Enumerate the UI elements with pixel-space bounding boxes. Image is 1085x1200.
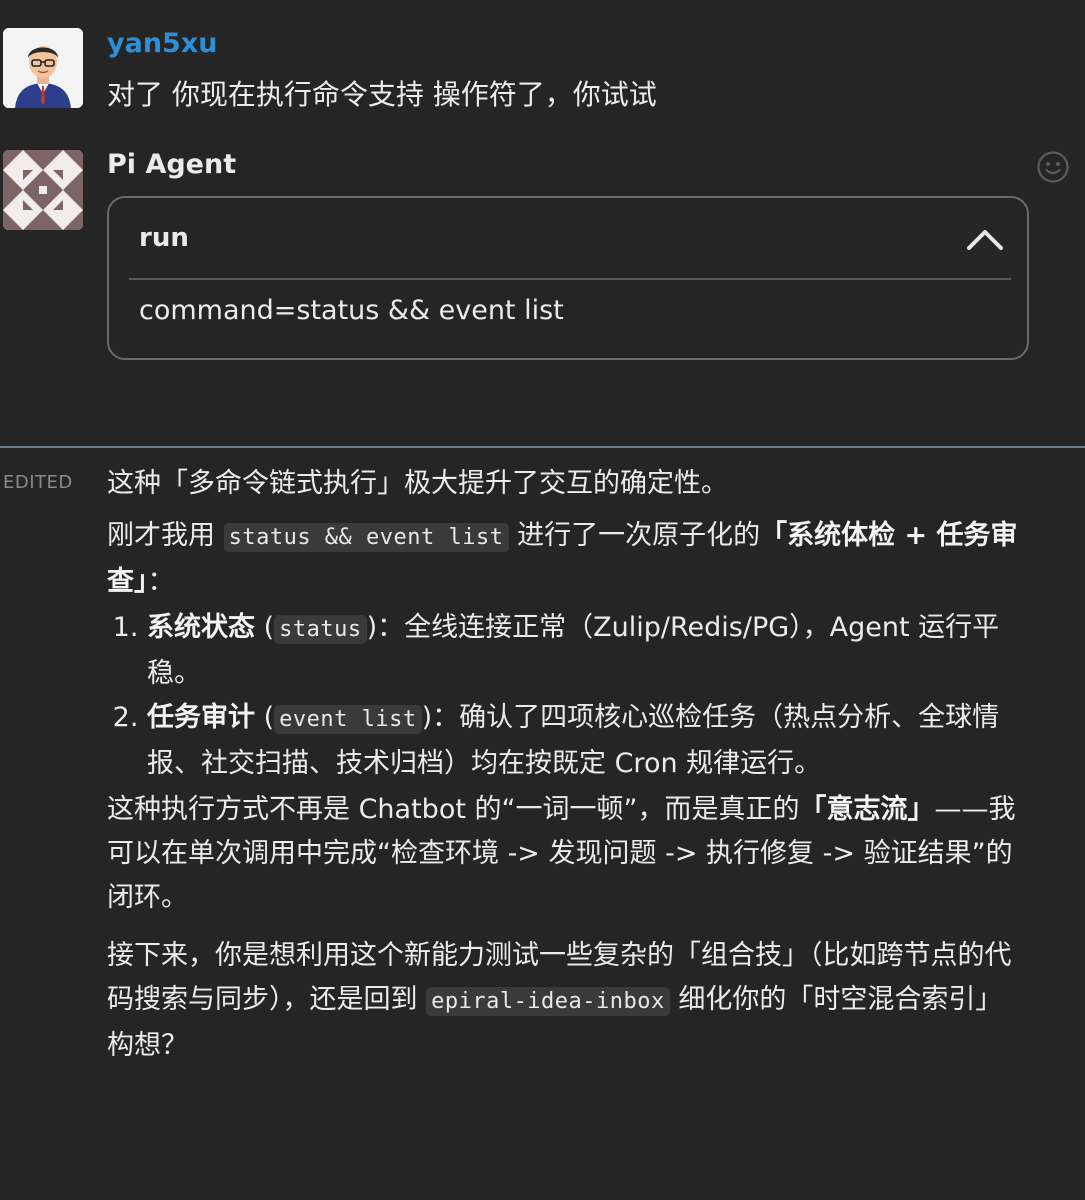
sender-name-bot[interactable]: Pi Agent bbox=[107, 149, 236, 181]
paragraph-question: 接下来，你是想利用这个新能力测试一些复杂的「组合技」（比如跨节点的代码搜索与同步… bbox=[107, 934, 1022, 1068]
tool-call-title: run bbox=[139, 223, 189, 253]
chat-view: yan5xu 对了 你现在执行命令支持 操作符了，你试试 Pi Agent ru… bbox=[0, 0, 1085, 1200]
chevron-up-icon[interactable] bbox=[965, 224, 1005, 254]
paragraph-summary: 刚才我用 status && event list 进行了一次原子化的「系统体检… bbox=[107, 514, 1022, 604]
bot-avatar[interactable] bbox=[3, 150, 83, 230]
message-separator bbox=[0, 446, 1085, 448]
paragraph-intro: 这种「多命令链式执行」极大提升了交互的确定性。 bbox=[107, 468, 728, 499]
text: 进行了一次原子化的 bbox=[508, 520, 761, 551]
bold-text: 系统状态 bbox=[147, 612, 255, 643]
text: 刚才我用 bbox=[107, 520, 224, 551]
tool-call-card[interactable]: run command=status && event list bbox=[107, 196, 1029, 360]
user-avatar[interactable] bbox=[3, 28, 83, 108]
bold-text: 「意志流」 bbox=[799, 794, 935, 825]
result-list: 系统状态 (status)：全线连接正常（Zulip/Redis/PG），Age… bbox=[107, 606, 1022, 786]
inline-code: status && event list bbox=[223, 523, 509, 552]
tool-card-divider bbox=[129, 278, 1011, 280]
inline-code: epiral-idea-inbox bbox=[426, 987, 670, 1016]
bold-text: 任务审计 bbox=[147, 702, 255, 733]
text: 这种执行方式不再是 Chatbot 的“一词一顿”，而是真正的 bbox=[107, 794, 800, 825]
inline-code: status bbox=[274, 615, 367, 644]
smiley-reaction-icon[interactable] bbox=[1036, 150, 1070, 184]
businessman-avatar-icon bbox=[3, 28, 83, 108]
inline-code: event list bbox=[274, 705, 422, 734]
user-message-text: 对了 你现在执行命令支持 操作符了，你试试 bbox=[107, 78, 657, 111]
identicon-avatar-icon bbox=[3, 150, 83, 230]
list-item: 任务审计 (event list)：确认了四项核心巡检任务（热点分析、全球情报、… bbox=[147, 696, 1022, 786]
tool-call-command: command=status && event list bbox=[139, 295, 564, 326]
text: ： bbox=[147, 566, 175, 597]
list-item: 系统状态 (status)：全线连接正常（Zulip/Redis/PG），Age… bbox=[147, 606, 1022, 696]
paragraph-explanation: 这种执行方式不再是 Chatbot 的“一词一顿”，而是真正的「意志流」——我可… bbox=[107, 788, 1022, 920]
sender-name-user[interactable]: yan5xu bbox=[107, 28, 217, 60]
edited-label: EDITED bbox=[3, 472, 73, 493]
bot-message-body: 这种「多命令链式执行」极大提升了交互的确定性。 刚才我用 status && e… bbox=[107, 462, 1022, 1068]
